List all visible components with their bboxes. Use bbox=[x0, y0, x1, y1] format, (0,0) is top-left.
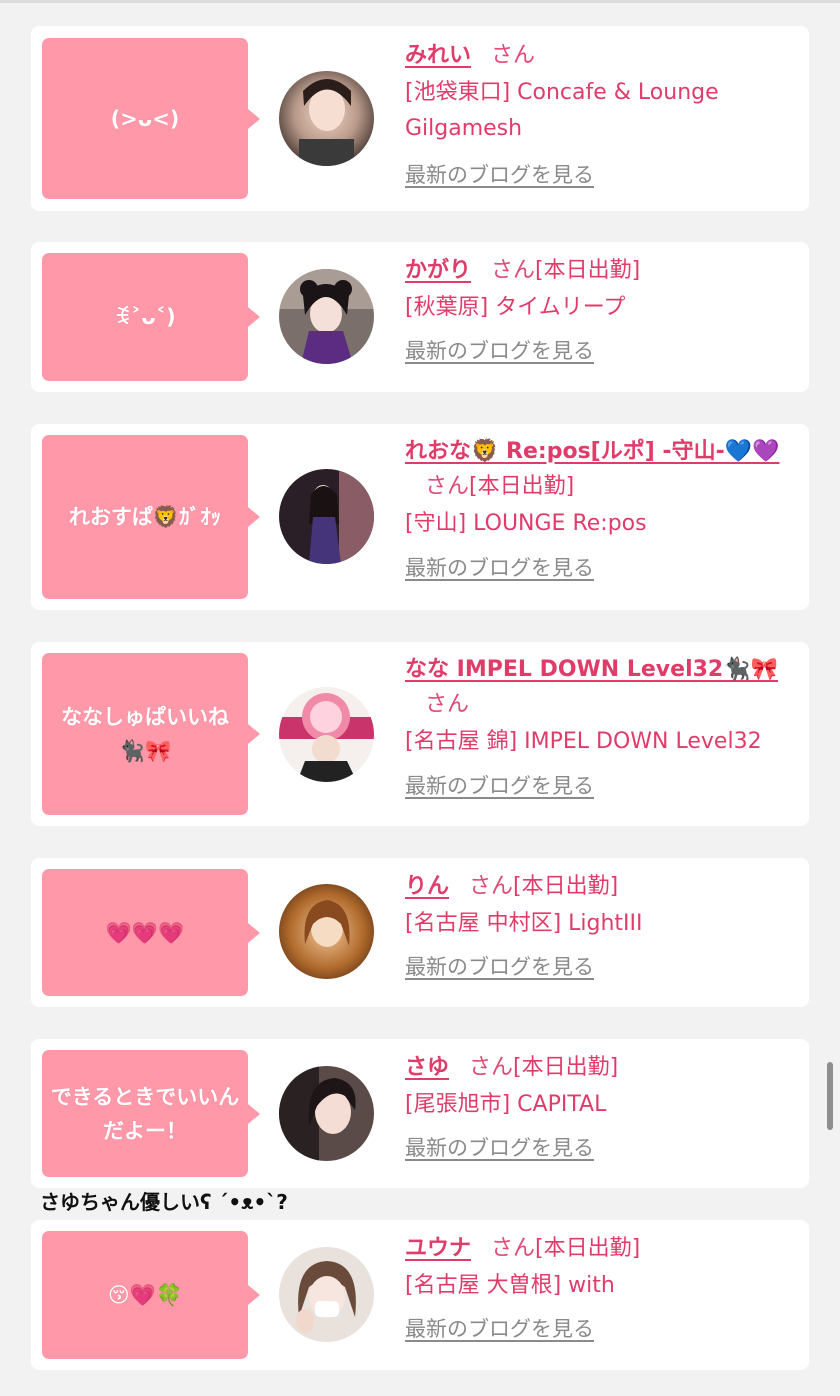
girl-card-reona: れおすぱ🦁ｶﾞｵｯ れおな🦁 Re:pos[ルポ] -守山-💙💜 さん[本日出勤]… bbox=[31, 424, 809, 610]
status-label: [本日出勤] bbox=[535, 1236, 641, 1261]
blog-link[interactable]: 最新のブログを見る bbox=[405, 952, 594, 982]
girl-card-nana: ななしゅぱいいね🐈‍⬛🎀 なな IMPEL DOWN Level32🐈‍⬛🎀 さん… bbox=[31, 642, 809, 826]
card-info: なな IMPEL DOWN Level32🐈‍⬛🎀 さん [名古屋 錦] IMPE… bbox=[405, 652, 800, 801]
comment-text: さゆちゃん優しいʕ ´•ᴥ•`? bbox=[40, 1190, 288, 1214]
store-label: [名古屋 中村区] LightIII bbox=[405, 911, 643, 936]
bubble-text: 💗💗💗 bbox=[105, 920, 185, 945]
status-label: [本日出勤] bbox=[535, 258, 641, 283]
store-label: [名古屋 大曽根] with bbox=[405, 1273, 615, 1298]
card-info: れおな🦁 Re:pos[ルポ] -守山-💙💜 さん[本日出勤] [守山] LOUN… bbox=[405, 434, 800, 583]
honorific: さん bbox=[491, 43, 536, 68]
message-bubble: (>ᴗ<) bbox=[42, 38, 260, 199]
bubble-text: ꉂ˃ᴗ˂) bbox=[114, 305, 176, 329]
message-bubble: 😚💗🍀 bbox=[42, 1231, 260, 1359]
blog-link[interactable]: 最新のブログを見る bbox=[405, 160, 594, 190]
girl-name-link[interactable]: かがり bbox=[405, 258, 471, 283]
honorific: さん bbox=[425, 474, 470, 499]
store-label: [守山] LOUNGE Re:pos bbox=[405, 511, 647, 536]
status-label: [本日出勤] bbox=[513, 1055, 619, 1080]
honorific: さん bbox=[469, 1055, 514, 1080]
avatar[interactable] bbox=[279, 1247, 374, 1342]
message-bubble: れおすぱ🦁ｶﾞｵｯ bbox=[42, 435, 260, 599]
girl-name-link[interactable]: みれい bbox=[405, 43, 471, 68]
girl-name-link[interactable]: れおな🦁 Re:pos[ルポ] -守山-💙💜 bbox=[405, 439, 779, 464]
message-bubble: ꉂ˃ᴗ˂) bbox=[42, 253, 260, 381]
bubble-text: できるときでいいんだよー！ bbox=[50, 1084, 240, 1143]
store-label: [名古屋 錦] IMPEL DOWN Level32 bbox=[405, 729, 762, 754]
blog-link[interactable]: 最新のブログを見る bbox=[405, 1314, 594, 1344]
name-line: みれい さん bbox=[405, 38, 800, 73]
name-line: なな IMPEL DOWN Level32🐈‍⬛🎀 さん bbox=[405, 652, 800, 722]
card-info: みれい さん [池袋東口] Concafe & Lounge Gilgamesh … bbox=[405, 38, 800, 190]
store-label: [池袋東口] Concafe & Lounge Gilgamesh bbox=[405, 80, 719, 141]
bubble-text: れおすぱ🦁ｶﾞｵｯ bbox=[68, 505, 222, 529]
avatar[interactable] bbox=[279, 687, 374, 782]
girl-card-sayu: できるときでいいんだよー！ さゆ さん[本日出勤] [尾張旭市] CAPITAL … bbox=[31, 1039, 809, 1188]
name-line: さゆ さん[本日出勤] bbox=[405, 1050, 800, 1085]
blog-link[interactable]: 最新のブログを見る bbox=[405, 336, 594, 366]
girl-name-link[interactable]: なな IMPEL DOWN Level32🐈‍⬛🎀 bbox=[405, 657, 778, 682]
name-line: れおな🦁 Re:pos[ルポ] -守山-💙💜 さん[本日出勤] bbox=[405, 434, 800, 504]
girl-name-link[interactable]: さゆ bbox=[405, 1055, 449, 1080]
store-label: [秋葉原] タイムリープ bbox=[405, 295, 626, 320]
honorific: さん bbox=[425, 692, 470, 717]
avatar[interactable] bbox=[279, 269, 374, 364]
girl-card-kagari: ꉂ˃ᴗ˂) かがり さん[本日出勤] [秋葉原] タイムリープ 最新のブログを見る bbox=[31, 242, 809, 392]
avatar[interactable] bbox=[279, 884, 374, 979]
card-info: かがり さん[本日出勤] [秋葉原] タイムリープ 最新のブログを見る bbox=[405, 253, 800, 366]
name-line: かがり さん[本日出勤] bbox=[405, 253, 800, 288]
girl-card-mirei: (>ᴗ<) みれい さん [池袋東口] Concafe & Lounge Gilg… bbox=[31, 26, 809, 211]
girl-card-yuna: 😚💗🍀 ユウナ さん[本日出勤] [名古屋 大曽根] with 最新のブログを見る bbox=[31, 1220, 809, 1370]
avatar[interactable] bbox=[279, 71, 374, 166]
message-bubble: 💗💗💗 bbox=[42, 869, 260, 996]
store-label: [尾張旭市] CAPITAL bbox=[405, 1092, 607, 1117]
avatar[interactable] bbox=[279, 469, 374, 564]
girl-card-rin: 💗💗💗 りん さん[本日出勤] [名古屋 中村区] LightIII 最新のブログ… bbox=[31, 858, 809, 1007]
status-label: [本日出勤] bbox=[513, 874, 619, 899]
scrollbar-thumb[interactable] bbox=[827, 1062, 833, 1130]
blog-link[interactable]: 最新のブログを見る bbox=[405, 771, 594, 801]
message-bubble: ななしゅぱいいね🐈‍⬛🎀 bbox=[42, 653, 260, 815]
name-line: ユウナ さん[本日出勤] bbox=[405, 1231, 800, 1266]
bubble-text: ななしゅぱいいね🐈‍⬛🎀 bbox=[61, 705, 229, 763]
card-info: ユウナ さん[本日出勤] [名古屋 大曽根] with 最新のブログを見る bbox=[405, 1231, 800, 1344]
top-divider bbox=[0, 0, 840, 3]
bubble-text: 😚💗🍀 bbox=[107, 1283, 183, 1307]
girl-name-link[interactable]: ユウナ bbox=[405, 1236, 471, 1261]
blog-link[interactable]: 最新のブログを見る bbox=[405, 553, 594, 583]
message-bubble: できるときでいいんだよー！ bbox=[42, 1050, 260, 1177]
blog-link[interactable]: 最新のブログを見る bbox=[405, 1133, 594, 1163]
honorific: さん bbox=[491, 258, 536, 283]
avatar[interactable] bbox=[279, 1066, 374, 1161]
card-info: りん さん[本日出勤] [名古屋 中村区] LightIII 最新のブログを見る bbox=[405, 869, 800, 982]
card-info: さゆ さん[本日出勤] [尾張旭市] CAPITAL 最新のブログを見る bbox=[405, 1050, 800, 1163]
girl-name-link[interactable]: りん bbox=[405, 874, 449, 899]
name-line: りん さん[本日出勤] bbox=[405, 869, 800, 904]
honorific: さん bbox=[491, 1236, 536, 1261]
bubble-text: (>ᴗ<) bbox=[110, 106, 180, 131]
status-label: [本日出勤] bbox=[469, 474, 575, 499]
honorific: さん bbox=[469, 874, 514, 899]
